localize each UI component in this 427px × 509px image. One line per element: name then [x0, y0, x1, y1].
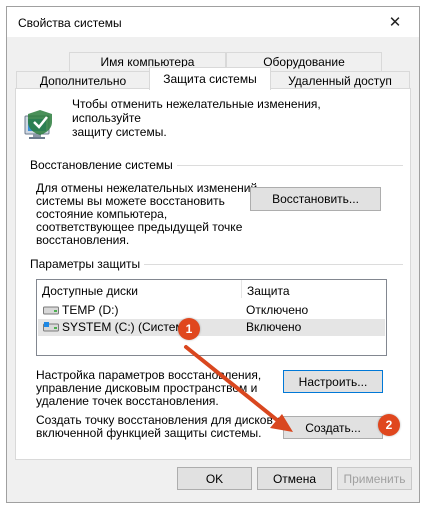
close-button[interactable]: ✕: [373, 7, 417, 37]
system-drive-icon: [43, 322, 59, 332]
intro-text: Чтобы отменить нежелательные изменения, …: [72, 97, 321, 139]
drive-status: Включено: [246, 320, 302, 334]
tab-label: Удаленный доступ: [288, 74, 392, 88]
column-header-drives[interactable]: Доступные диски: [37, 282, 241, 300]
drive-row-temp[interactable]: TEMP (D:) Отключено: [38, 302, 385, 319]
configure-description: Настройка параметров восстановления, упр…: [36, 368, 262, 408]
drive-row-system[interactable]: SYSTEM (C:) (Система) Включено: [38, 319, 385, 336]
drive-status: Отключено: [246, 303, 309, 317]
configure-button[interactable]: Настроить...: [283, 370, 383, 393]
apply-button[interactable]: Применить: [337, 467, 412, 490]
drive-name: SYSTEM (C:) (Система): [62, 320, 195, 334]
drives-list[interactable]: Доступные диски Защита TEMP (D:) Отключе…: [36, 279, 387, 356]
tab-label: Оборудование: [263, 55, 345, 69]
create-description: Создать точку восстановления для дисков …: [36, 413, 283, 440]
cancel-button[interactable]: Отмена: [257, 467, 332, 490]
ok-button[interactable]: OK: [177, 467, 252, 490]
tab-label: Дополнительно: [39, 74, 127, 88]
title-bar: Свойства системы ✕: [7, 7, 419, 37]
drive-name: TEMP (D:): [62, 303, 119, 317]
restore-button[interactable]: Восстановить...: [250, 187, 381, 211]
column-header-protection[interactable]: Защита: [242, 282, 382, 300]
restore-description: Для отмены нежелательных изменений систе…: [36, 181, 258, 247]
step-badge-1: 1: [178, 318, 200, 340]
step-badge-2: 2: [378, 414, 400, 436]
drive-icon: [43, 306, 59, 315]
shield-computer-icon: [24, 110, 52, 139]
protection-group-label: Параметры защиты: [30, 257, 145, 271]
close-icon: ✕: [388, 14, 402, 31]
restore-group-label: Восстановление системы: [30, 158, 177, 172]
tab-label: Защита системы: [163, 72, 257, 86]
window-title: Свойства системы: [18, 16, 122, 30]
create-button[interactable]: Создать...: [283, 416, 383, 439]
tab-system-protection[interactable]: Защита системы: [149, 67, 271, 90]
